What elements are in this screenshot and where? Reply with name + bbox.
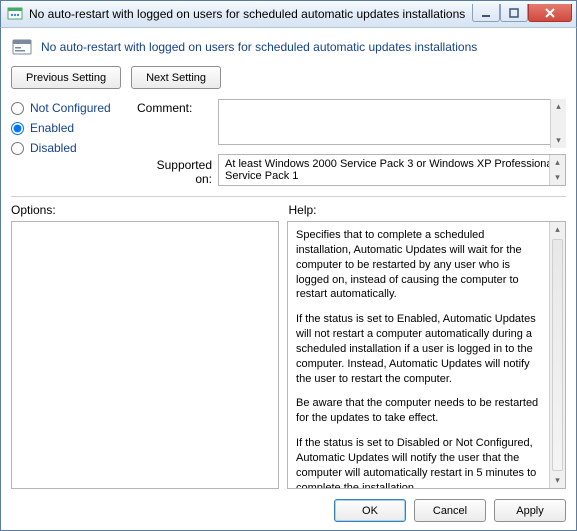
window-controls xyxy=(472,4,572,24)
window-title: No auto-restart with logged on users for… xyxy=(29,7,472,21)
help-pane: Specifies that to complete a scheduled i… xyxy=(287,221,566,489)
panes: Specifies that to complete a scheduled i… xyxy=(11,221,566,489)
help-para: Specifies that to complete a scheduled i… xyxy=(296,228,541,302)
comment-textarea[interactable] xyxy=(218,99,566,145)
policy-header: No auto-restart with logged on users for… xyxy=(11,36,566,58)
policy-icon xyxy=(11,36,33,58)
help-scrollbar[interactable]: ▴ ▾ xyxy=(549,222,565,488)
separator xyxy=(11,196,566,197)
options-pane xyxy=(11,221,279,489)
radio-not-configured-input[interactable] xyxy=(11,102,24,115)
window-icon xyxy=(7,6,23,22)
supported-scrollbar[interactable]: ▴ ▾ xyxy=(549,155,565,185)
pane-labels: Options: Help: xyxy=(11,203,566,217)
radio-enabled[interactable]: Enabled xyxy=(11,121,131,135)
cancel-button[interactable]: Cancel xyxy=(414,499,486,522)
radio-not-configured-label: Not Configured xyxy=(30,101,111,115)
nav-row: Previous Setting Next Setting xyxy=(11,66,566,89)
scroll-down-icon[interactable]: ▾ xyxy=(550,170,565,185)
help-label: Help: xyxy=(289,203,567,217)
options-label: Options: xyxy=(11,203,289,217)
scroll-up-icon[interactable]: ▴ xyxy=(551,99,566,114)
radio-enabled-label: Enabled xyxy=(30,121,74,135)
supported-on-text: At least Windows 2000 Service Pack 3 or … xyxy=(225,158,555,182)
state-radio-group: Not Configured Enabled Disabled xyxy=(11,99,131,155)
minimize-button[interactable] xyxy=(472,4,500,22)
help-para: If the status is set to Enabled, Automat… xyxy=(296,312,541,386)
comment-scrollbar[interactable]: ▴ ▾ xyxy=(550,99,566,148)
supported-on-box: At least Windows 2000 Service Pack 3 or … xyxy=(218,154,566,186)
config-grid: Not Configured Enabled Disabled Comment:… xyxy=(11,99,566,186)
help-para: If the status is set to Disabled or Not … xyxy=(296,436,541,488)
radio-not-configured[interactable]: Not Configured xyxy=(11,101,131,115)
scroll-down-icon[interactable]: ▾ xyxy=(550,473,565,488)
client-area: No auto-restart with logged on users for… xyxy=(0,28,577,531)
comment-label: Comment: xyxy=(137,99,212,115)
apply-button[interactable]: Apply xyxy=(494,499,566,522)
scroll-up-icon[interactable]: ▴ xyxy=(550,222,565,237)
help-para: Be aware that the computer needs to be r… xyxy=(296,396,541,426)
radio-disabled[interactable]: Disabled xyxy=(11,141,131,155)
radio-enabled-input[interactable] xyxy=(11,122,24,135)
scroll-up-icon[interactable]: ▴ xyxy=(550,155,565,170)
maximize-button[interactable] xyxy=(500,4,528,22)
title-bar: No auto-restart with logged on users for… xyxy=(0,0,577,28)
radio-disabled-label: Disabled xyxy=(30,141,77,155)
scroll-thumb[interactable] xyxy=(552,239,563,471)
ok-button[interactable]: OK xyxy=(334,499,406,522)
radio-disabled-input[interactable] xyxy=(11,142,24,155)
help-text: Specifies that to complete a scheduled i… xyxy=(288,222,549,488)
next-setting-button[interactable]: Next Setting xyxy=(131,66,221,89)
scroll-down-icon[interactable]: ▾ xyxy=(551,133,566,148)
close-button[interactable] xyxy=(528,4,572,22)
policy-title: No auto-restart with logged on users for… xyxy=(41,40,477,54)
dialog-buttons: OK Cancel Apply xyxy=(11,489,566,522)
previous-setting-button[interactable]: Previous Setting xyxy=(11,66,121,89)
supported-on-label: Supported on: xyxy=(137,154,212,186)
